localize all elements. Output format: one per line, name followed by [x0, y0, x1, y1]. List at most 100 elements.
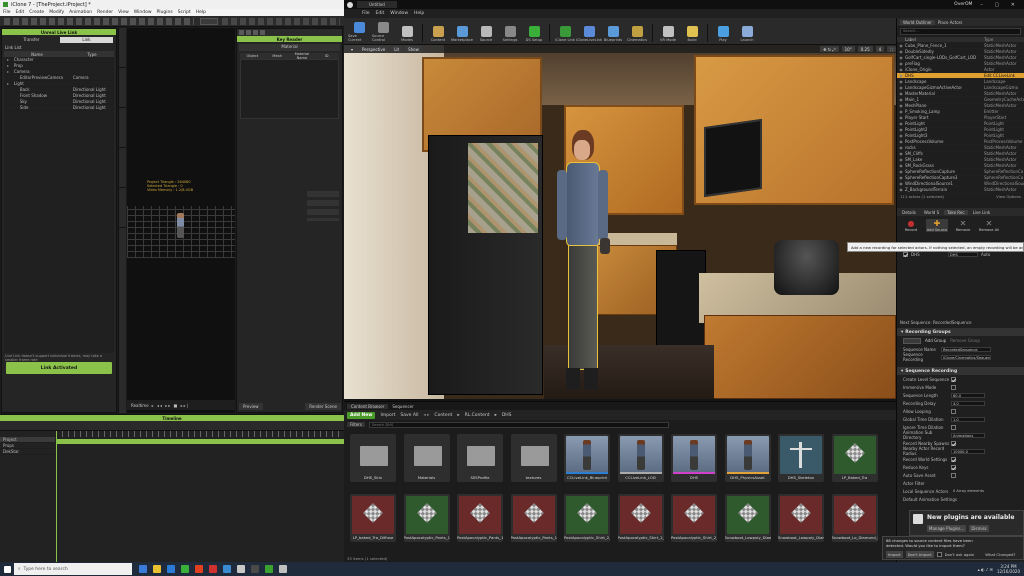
iclone-menu-script[interactable]: Script [178, 10, 191, 15]
asset-tile[interactable]: DHS_Skin [350, 434, 396, 482]
unreal-viewport[interactable]: ▾ Perspective Lit Show ✥ ↻ ⤢ 10° 0.25 4 … [344, 45, 896, 399]
toolbar-iclone-link[interactable]: iClone Link [554, 26, 576, 42]
iclone-menu-plugins[interactable]: Plugins [157, 10, 173, 15]
path-rl-content[interactable]: RL.Content [465, 413, 490, 418]
asset-tile[interactable]: Materials [403, 434, 450, 482]
iclone-menu-render[interactable]: Render [97, 10, 113, 15]
tab-take-rec[interactable]: Take Rec [944, 209, 968, 215]
scale-value[interactable]: 0.25 [857, 46, 873, 52]
system-tray[interactable]: ▴ ◐ ♪ ✉ 3:24 PM 12/16/2020 [978, 564, 1024, 574]
timeline-track[interactable]: DekStar [0, 449, 55, 455]
visibility-eye-icon[interactable]: ◉ [897, 151, 905, 156]
maximize-viewport-icon[interactable]: ⛶ [887, 46, 896, 52]
recording-groups-header[interactable]: ▾ Recording Groups [897, 328, 1024, 336]
import-button[interactable]: Import [380, 413, 395, 418]
start-button[interactable] [0, 562, 14, 576]
visibility-eye-icon[interactable]: ◉ [897, 121, 905, 126]
visibility-eye-icon[interactable]: ◉ [897, 61, 905, 66]
show-button[interactable]: Show [405, 46, 422, 52]
seq-prop-value[interactable]: 10000.0 [951, 448, 985, 454]
render-scene-button[interactable]: Render Scene [305, 402, 341, 410]
seq-prop-checkbox[interactable] [951, 464, 956, 470]
asset-tile[interactable]: PostApocalyptic_Pants_1_MAT_Pre_Diffuse [403, 494, 450, 542]
taskbar-app-icon[interactable] [234, 562, 248, 576]
toolbar-blueprints[interactable]: Blueprints [602, 26, 624, 42]
sequence-recording-field[interactable]: iClone/Cinematics/Sequences [941, 354, 991, 360]
visibility-eye-icon[interactable]: ◉ [897, 97, 905, 102]
realtime-dropdown[interactable]: Realtime [131, 403, 149, 408]
timeline-ruler[interactable] [56, 431, 344, 437]
kr-tool-icon[interactable] [246, 30, 251, 35]
tab-transfer[interactable]: Transfer [5, 37, 58, 43]
asset-tile[interactable]: Snowboot_Lowpoly_Diamond_Baked_Tra [778, 494, 824, 542]
transform-icons[interactable]: ✥ ↻ ⤢ [820, 46, 839, 52]
kr-col-material-name[interactable]: Material Name [290, 52, 315, 60]
seq-prop-checkbox[interactable] [951, 456, 956, 462]
kr-tool-icon[interactable] [260, 30, 265, 35]
ue-menu-window[interactable]: Window [390, 11, 408, 16]
cb-search[interactable]: Search DHS [369, 421, 669, 428]
add-source-button[interactable]: ✚ Add Source [926, 219, 948, 232]
viewport-options-button[interactable]: ▾ [348, 46, 357, 52]
view-options-button[interactable]: View Options [996, 194, 1021, 199]
seq-prop-checkbox[interactable] [951, 440, 956, 446]
asset-tile[interactable]: SSSProfile [457, 434, 503, 482]
kr-col-mesh[interactable]: Mesh [265, 54, 290, 58]
toolbar-save-current[interactable]: Save Current [348, 22, 370, 42]
toolbar-launch[interactable]: Launch [736, 26, 758, 42]
path-content[interactable]: Content [434, 413, 452, 418]
iclone-character-figure[interactable] [177, 213, 184, 238]
character-dhs[interactable] [552, 130, 614, 398]
taskbar-app-icon[interactable] [192, 562, 206, 576]
source-enabled-checkbox[interactable] [903, 251, 908, 257]
asset-tile[interactable]: PostApocalyptic_Shirt_2_MAT_Pre_Normal [617, 494, 664, 542]
asset-tile[interactable]: LP_baked_Tra_Diffuse [350, 494, 396, 542]
kr-tool-icon[interactable] [239, 30, 244, 35]
add-group-button[interactable]: Add Group [925, 338, 946, 343]
tab-sequencer[interactable]: Sequencer [392, 404, 413, 409]
iclone-toolbar-icons-right[interactable] [222, 18, 340, 25]
iclone-menu-create[interactable]: Create [29, 10, 44, 15]
visibility-eye-icon[interactable]: ◉ [897, 91, 905, 96]
timeline-toolbar[interactable] [0, 421, 344, 431]
col-type[interactable]: Type [984, 37, 1024, 42]
remove-group-button[interactable]: Remove Group [950, 338, 980, 343]
asset-tile[interactable]: CCLiveLink_LOD [617, 434, 664, 482]
sequence-name-field[interactable]: RecordedSequence [941, 346, 991, 352]
toolbar-ds-setup[interactable]: DS Setup [523, 26, 545, 42]
asset-tile[interactable]: PostApocalyptic_Pants_1_MAT_Pre_Specul [510, 494, 557, 542]
ue-menu-file[interactable]: File [362, 11, 370, 16]
asset-tile[interactable]: DHS_Skeleton [778, 434, 824, 482]
taskbar-search[interactable]: ⌕ Type here to search [14, 563, 132, 575]
visibility-eye-icon[interactable]: ◉ [897, 145, 905, 150]
seq-prop-checkbox[interactable] [951, 376, 956, 382]
visibility-eye-icon[interactable]: ◉ [897, 67, 905, 72]
visibility-eye-icon[interactable]: ◉ [897, 85, 905, 90]
dismiss-button[interactable]: Dismiss [969, 525, 989, 532]
source-take[interactable]: DHS [948, 251, 978, 257]
manage-plugins-button[interactable]: Manage Plugins... [927, 525, 967, 532]
taskbar-app-icon[interactable] [220, 562, 234, 576]
col-type[interactable]: Type [70, 52, 114, 57]
remove-all-button[interactable]: ✕ Remove All [978, 219, 1000, 232]
path-dhs[interactable]: DHS [502, 413, 512, 418]
asset-tile[interactable]: DHS [671, 434, 717, 482]
asset-tile[interactable]: PostApocalyptic_Pants_1_MAT_Pre_Normal [457, 494, 503, 542]
tab-world-s[interactable]: World S [921, 210, 942, 215]
key-reader-tools[interactable] [237, 29, 342, 36]
filters-button[interactable]: Filters [347, 422, 365, 427]
col-label[interactable]: Label [905, 37, 984, 42]
dont-ask-checkbox[interactable] [936, 552, 942, 557]
iclone-viewport[interactable]: Project Triangle : 264080 Selected Trian… [127, 28, 235, 413]
visibility-eye-icon[interactable]: ◉ [897, 169, 905, 174]
toolbar-vr-mode[interactable]: VR Mode [657, 26, 679, 42]
visibility-eye-icon[interactable]: ◉ [897, 103, 905, 108]
seq-prop-value[interactable]: 4.0 [951, 400, 985, 406]
seq-prop-checkbox[interactable] [951, 408, 956, 414]
visibility-eye-icon[interactable]: ◉ [897, 73, 905, 78]
toolbar-source[interactable]: Source [475, 26, 497, 42]
tab-live-link[interactable]: Live Link [970, 210, 994, 215]
iclone-menu-file[interactable]: File [3, 10, 11, 15]
visibility-eye-icon[interactable]: ◉ [897, 181, 905, 186]
taskbar-app-icon[interactable] [178, 562, 192, 576]
